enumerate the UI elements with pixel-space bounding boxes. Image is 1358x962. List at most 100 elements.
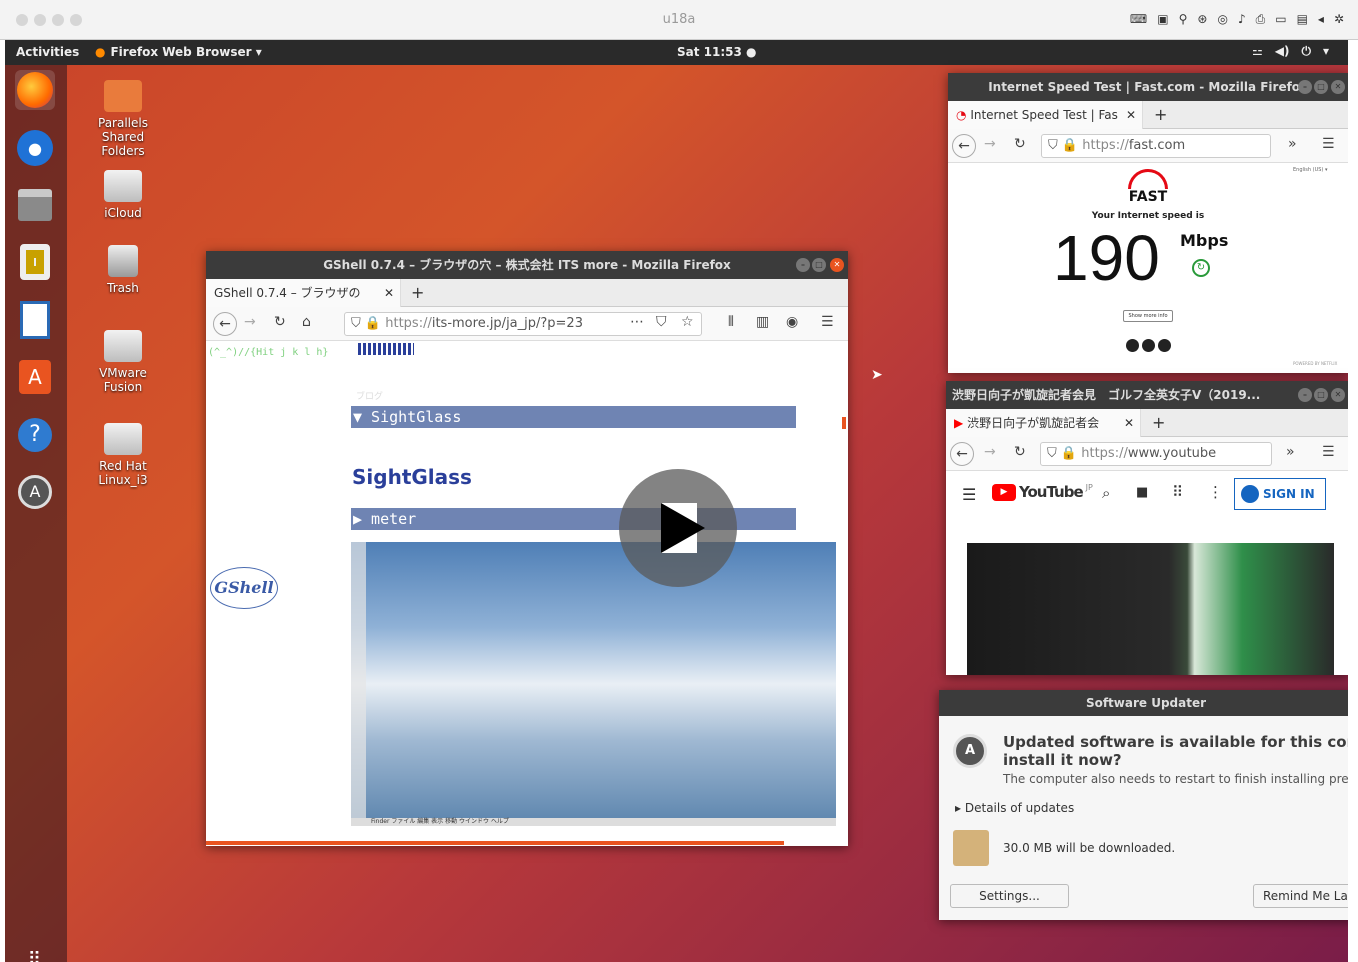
tab-fast[interactable]: ◔ Internet Speed Test | Fas ✕	[948, 101, 1143, 129]
gear-icon[interactable]: ✲	[1334, 12, 1344, 27]
help-icon[interactable]	[1126, 339, 1139, 352]
software-updater-icon[interactable]: A	[15, 472, 55, 512]
system-menu[interactable]: ⚍ ◀) ⏻ ▾	[1252, 44, 1329, 59]
desktop-icon-vmware[interactable]: VMware Fusion	[83, 330, 163, 394]
page-actions-icon[interactable]: ⋯	[630, 314, 644, 330]
ubuntu-software-icon[interactable]: A	[15, 357, 55, 397]
files-icon[interactable]	[15, 185, 55, 225]
hamburger-menu-icon[interactable]: ☰	[821, 314, 834, 330]
app-menu[interactable]: ● Firefox Web Browser ▾	[95, 45, 262, 59]
window-titlebar[interactable]: GShell 0.7.4 – ブラウザの穴 – 株式会社 ITS more - …	[206, 251, 848, 279]
clock[interactable]: Sat 11:53 ●	[677, 45, 757, 59]
library-icon[interactable]: ⫴	[728, 314, 734, 330]
remind-me-later-button[interactable]: Remind Me Lat	[1253, 884, 1348, 908]
play-button[interactable]	[619, 469, 737, 587]
desktop-icon-redhat[interactable]: Red Hat Linux_i3	[83, 423, 163, 487]
forward-icon[interactable]: →	[984, 444, 996, 460]
close-icon[interactable]: ✕	[1331, 80, 1345, 94]
video-camera-icon[interactable]: ■	[1136, 485, 1148, 500]
facebook-icon[interactable]	[1142, 339, 1155, 352]
social-icons[interactable]	[1126, 339, 1171, 352]
window-titlebar[interactable]: 渋野日向子が凱旋記者会見 ゴルフ全英女子V（2019... – □ ✕	[946, 381, 1348, 409]
sound-icon[interactable]: ♪	[1238, 12, 1246, 27]
close-icon[interactable]: ✕	[830, 258, 844, 272]
close-tab-icon[interactable]: ✕	[1124, 409, 1134, 437]
window-titlebar[interactable]: Internet Speed Test | Fast.com - Mozilla…	[948, 73, 1348, 101]
pocket-icon[interactable]: ⛉	[656, 314, 667, 330]
overflow-icon[interactable]: »	[1288, 136, 1297, 152]
hamburger-menu-icon[interactable]: ☰	[1322, 136, 1335, 152]
hamburger-menu-icon[interactable]: ☰	[1322, 444, 1335, 460]
folder-icon[interactable]: ▤	[1297, 12, 1308, 27]
close-tab-icon[interactable]: ✕	[1126, 101, 1136, 129]
apps-grid-icon[interactable]: ⠿	[1172, 483, 1183, 501]
close-icon[interactable]: ✕	[1331, 388, 1345, 402]
minimize-icon[interactable]: –	[1298, 388, 1312, 402]
settings-button[interactable]: Settings...	[950, 884, 1069, 908]
more-options-icon[interactable]: ⋮	[1208, 483, 1223, 501]
keyboard-icon[interactable]: ⌨	[1130, 12, 1147, 27]
new-tab-icon[interactable]: +	[1154, 105, 1167, 124]
url-bar[interactable]: ⛉ 🔒 https://www.youtube	[1040, 442, 1272, 466]
back-icon[interactable]: ←	[952, 134, 976, 158]
home-icon[interactable]: ⌂	[302, 314, 311, 330]
activities-button[interactable]: Activities	[16, 45, 79, 59]
reload-icon[interactable]: ↻	[1014, 136, 1026, 152]
minimize-icon[interactable]: –	[796, 258, 810, 272]
rhythmbox-icon[interactable]	[15, 242, 55, 282]
maximize-icon[interactable]: □	[1314, 388, 1328, 402]
desktop-icon-home[interactable]: Parallels Shared Folders	[83, 80, 163, 158]
forward-icon[interactable]: →	[984, 136, 996, 152]
desktop-icon-icloud[interactable]: iCloud	[83, 170, 163, 220]
close-tab-icon[interactable]: ✕	[384, 279, 394, 307]
sightglass-section-header[interactable]: ▼ SightGlass	[351, 406, 796, 428]
thunderbird-icon[interactable]	[15, 128, 55, 168]
usb-icon[interactable]: ⚲	[1179, 12, 1188, 27]
reload-icon[interactable]: ↻	[1014, 444, 1026, 460]
help-icon[interactable]: ?	[15, 415, 55, 455]
tab-youtube[interactable]: ▶ 渋野日向子が凱旋記者会 ✕	[946, 409, 1141, 437]
details-expander[interactable]: ▸ Details of updates	[955, 801, 1074, 815]
desktop-icon-trash[interactable]: Trash	[83, 245, 163, 295]
maximize-icon[interactable]: □	[1314, 80, 1328, 94]
sign-in-button[interactable]: SIGN IN	[1234, 478, 1326, 510]
show-applications-icon[interactable]: ⠿	[15, 940, 55, 962]
twitter-icon[interactable]	[1158, 339, 1171, 352]
firefox-icon[interactable]	[15, 70, 55, 110]
menu-icon[interactable]: ☰	[962, 485, 976, 504]
host-toolbar-icons[interactable]: ⌨ ▣ ⚲ ⊛ ◎ ♪ ⎙ ▭ ▤ ◂ ✲	[1130, 12, 1344, 27]
disk-icon[interactable]: ▭	[1275, 12, 1286, 27]
back-arrow-icon[interactable]: ◂	[1318, 12, 1324, 27]
sidebar-icon[interactable]: ▥	[756, 314, 769, 330]
libreoffice-writer-icon[interactable]	[15, 300, 55, 340]
network-icon[interactable]: ⊛	[1197, 12, 1207, 27]
firefox-window-fast[interactable]: Internet Speed Test | Fast.com - Mozilla…	[948, 73, 1348, 373]
show-more-info-button[interactable]: Show more info	[1123, 310, 1173, 322]
overflow-icon[interactable]: »	[1286, 444, 1295, 460]
back-icon[interactable]: ←	[950, 442, 974, 466]
tab-gshell[interactable]: GShell 0.7.4 – ブラウザの ✕	[206, 279, 401, 307]
printer-icon[interactable]: ⎙	[1256, 12, 1266, 27]
camera-icon[interactable]: ◎	[1217, 12, 1227, 27]
firefox-window-gshell[interactable]: GShell 0.7.4 – ブラウザの穴 – 株式会社 ITS more - …	[206, 251, 848, 846]
firefox-window-youtube[interactable]: 渋野日向子が凱旋記者会見 ゴルフ全英女子V（2019... – □ ✕ ▶ 渋野…	[946, 381, 1348, 675]
minimize-icon[interactable]: –	[1298, 80, 1312, 94]
cpu-icon[interactable]: ▣	[1157, 12, 1168, 27]
gshell-logo[interactable]: GShell	[210, 567, 278, 609]
new-tab-icon[interactable]: +	[1152, 413, 1165, 432]
account-icon[interactable]: ◉	[786, 314, 798, 330]
forward-icon[interactable]: →	[244, 314, 256, 330]
new-tab-icon[interactable]: +	[411, 283, 424, 302]
reload-icon[interactable]: ↻	[274, 314, 286, 330]
dialog-titlebar[interactable]: Software Updater	[939, 690, 1348, 716]
search-icon[interactable]: ⌕	[1102, 484, 1110, 502]
maximize-icon[interactable]: □	[812, 258, 826, 272]
language-selector[interactable]: English (US) ▾	[1293, 167, 1327, 173]
software-updater-dialog[interactable]: Software Updater A Updated software is a…	[939, 690, 1348, 920]
url-bar[interactable]: ⛉ 🔒 https://its-more.jp/ja_jp/?p=23	[344, 312, 702, 336]
video-thumbnail[interactable]	[967, 543, 1334, 675]
scroll-marker[interactable]	[842, 417, 846, 429]
youtube-logo[interactable]: ▶ YouTube JP	[992, 483, 1093, 501]
bookmark-star-icon[interactable]: ☆	[681, 314, 694, 330]
url-bar[interactable]: ⛉ 🔒 https://fast.com	[1041, 134, 1271, 158]
